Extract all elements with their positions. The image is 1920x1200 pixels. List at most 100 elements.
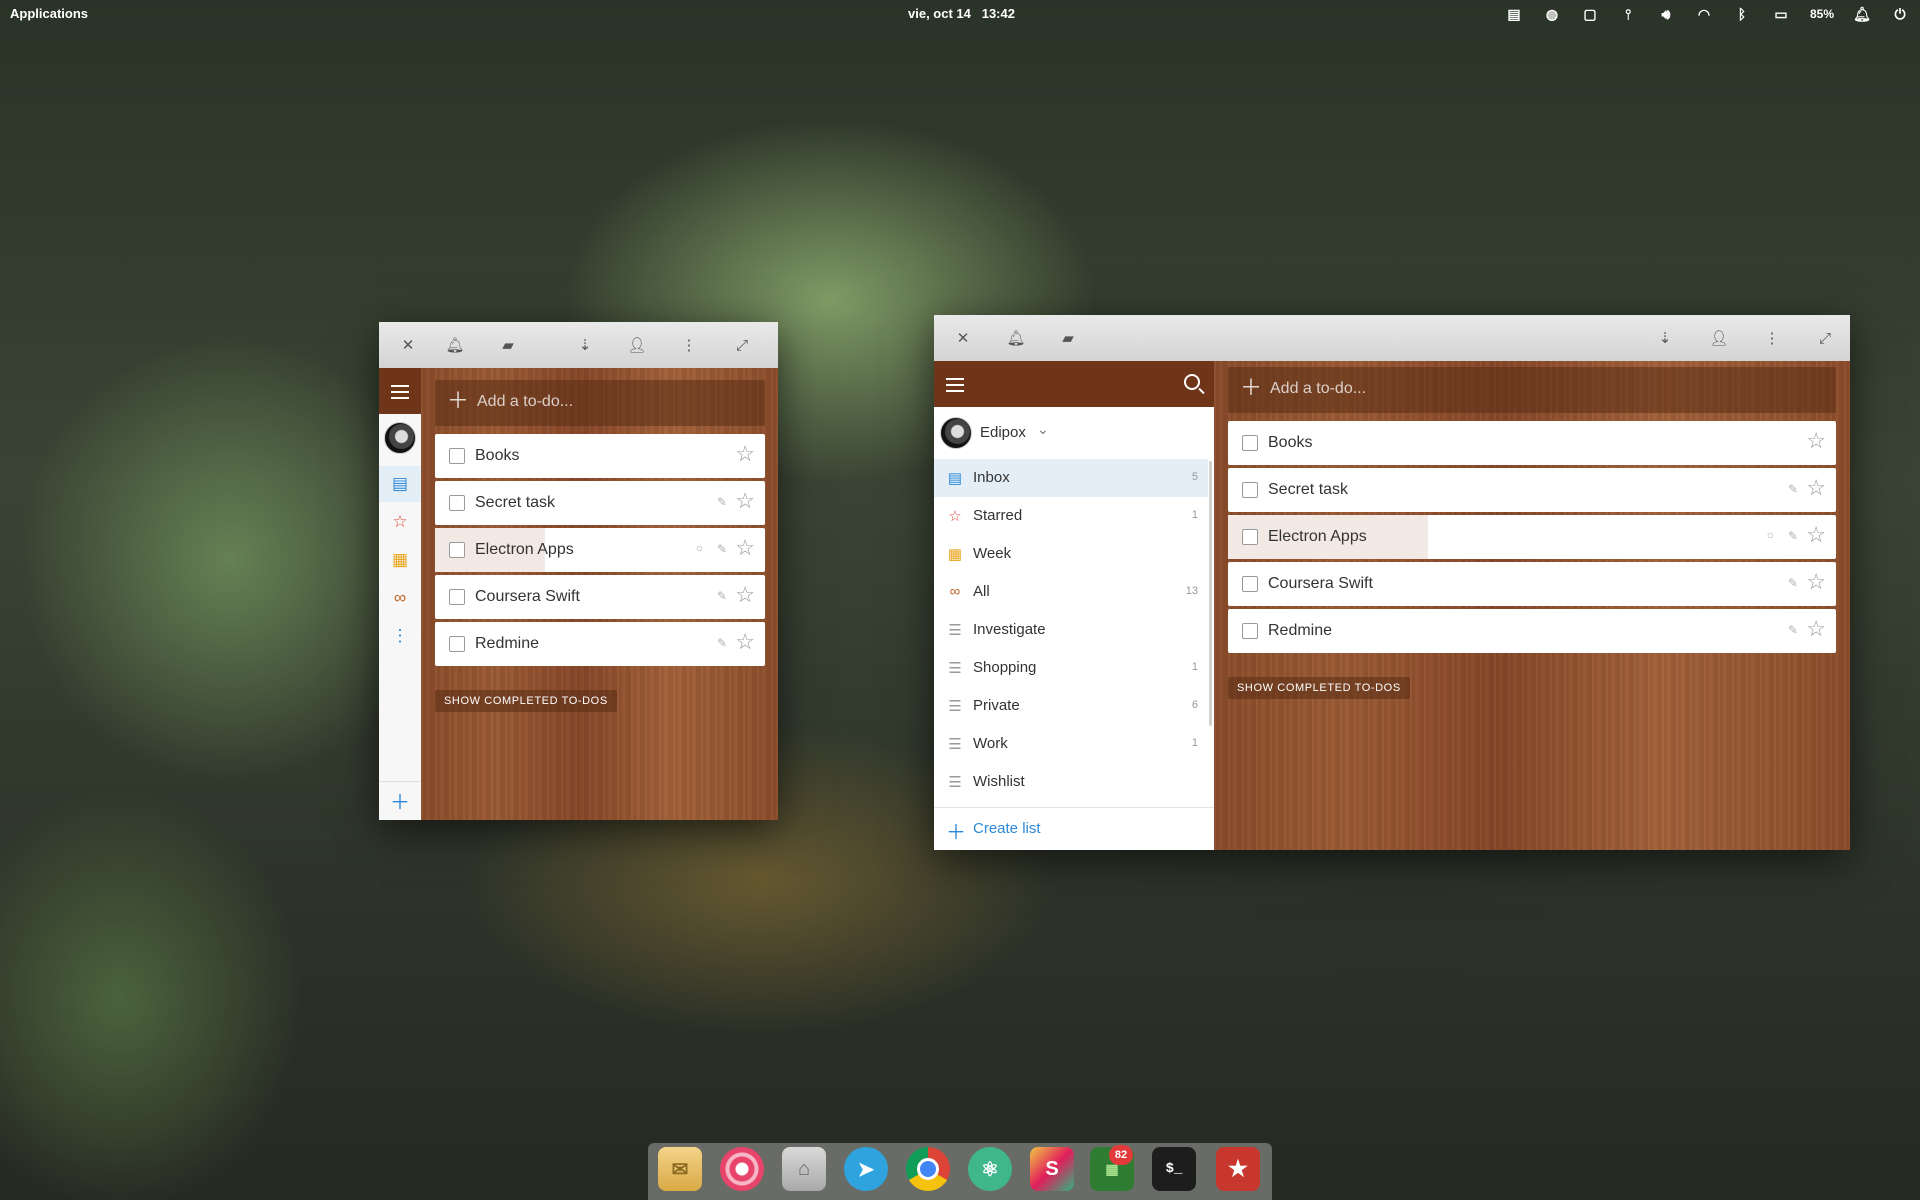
fullscreen-icon[interactable]: ⤢	[1813, 326, 1837, 350]
infinity-icon[interactable]: ∞	[379, 580, 421, 616]
task-checkbox[interactable]	[1242, 435, 1258, 451]
share-icon[interactable]: 👤︎	[625, 333, 649, 357]
calendar-icon[interactable]: ▦	[379, 542, 421, 578]
share-icon[interactable]: 👤︎	[1707, 326, 1731, 350]
fullscreen-icon[interactable]: ⤢	[730, 333, 754, 357]
task-row[interactable]: Redmine ✎ ☆	[1228, 609, 1836, 653]
power-icon[interactable]: ⏻	[1890, 4, 1910, 24]
close-icon[interactable]: ✕	[951, 326, 975, 350]
user-menu[interactable]: Edipox ⌄	[934, 407, 1214, 459]
star-icon[interactable]: ☆	[1806, 571, 1826, 593]
star-icon[interactable]: ☆	[735, 631, 755, 653]
list-icon: ☰	[948, 698, 962, 715]
wifi-icon[interactable]: ◠	[1694, 4, 1714, 24]
task-checkbox[interactable]	[449, 542, 465, 558]
task-row[interactable]: Electron Apps ○ ✎ ☆	[435, 528, 765, 572]
create-list-button[interactable]: ＋ Create list	[934, 807, 1214, 850]
search-icon[interactable]	[1184, 374, 1200, 390]
star-icon[interactable]: ☆	[735, 443, 755, 465]
task-checkbox[interactable]	[449, 448, 465, 464]
task-row[interactable]: Books ☆	[1228, 421, 1836, 465]
show-completed-button[interactable]: SHOW COMPLETED TO-DOS	[1228, 677, 1410, 699]
more-lists-icon[interactable]: ⋮	[379, 618, 421, 654]
star-icon[interactable]: ☆	[735, 584, 755, 606]
star-icon[interactable]: ☆	[1806, 524, 1826, 546]
clipboard-icon[interactable]: ▤	[1504, 4, 1524, 24]
star-icon[interactable]: ☆	[379, 504, 421, 540]
sidebar-scrollbar[interactable]	[1209, 461, 1212, 726]
task-checkbox[interactable]	[1242, 623, 1258, 639]
clock[interactable]: vie, oct 14 13:42	[908, 6, 1015, 21]
inbox-icon[interactable]: ▤	[379, 466, 421, 502]
applications-menu[interactable]: Applications	[10, 6, 88, 21]
sort-icon[interactable]: ⇣	[573, 333, 597, 357]
calendar-icon: ▦	[947, 546, 963, 563]
sort-icon[interactable]: ⇣	[1653, 326, 1677, 350]
task-title: Redmine	[1268, 622, 1333, 639]
slack-app-icon[interactable]: S	[1030, 1147, 1074, 1191]
task-checkbox[interactable]	[449, 636, 465, 652]
sidebar-item-investigate[interactable]: ☰ Investigate	[934, 611, 1208, 649]
sidebar-item-wishlist[interactable]: ☰ Wishlist	[934, 763, 1208, 801]
terminal-app-icon[interactable]: $_	[1152, 1147, 1196, 1191]
task-row[interactable]: Coursera Swift ✎ ☆	[435, 575, 765, 619]
task-title: Redmine	[475, 635, 540, 652]
more-icon[interactable]: ⋮	[677, 333, 701, 357]
screen-icon[interactable]: ▢	[1580, 4, 1600, 24]
bluetooth-icon[interactable]: ᛒ	[1732, 4, 1752, 24]
add-todo-input[interactable]: ＋ Add a to-do...	[435, 380, 765, 426]
avatar[interactable]	[384, 422, 416, 454]
chrome-app-icon[interactable]	[906, 1147, 950, 1191]
sidebar-item-starred[interactable]: ☆ Starred 1	[934, 497, 1208, 535]
conversations-icon[interactable]: ▰	[496, 333, 520, 357]
candy-app-icon[interactable]	[720, 1147, 764, 1191]
task-row[interactable]: Electron Apps ○ ✎ ☆	[1228, 515, 1836, 559]
close-icon[interactable]: ✕	[396, 333, 420, 357]
sidebar: Edipox ⌄ ▤ Inbox 5 ☆ Starred 1 ▦ Week ∞ …	[934, 361, 1214, 850]
files-app-icon[interactable]: ⌂	[782, 1147, 826, 1191]
mail-app-icon[interactable]: ✉	[658, 1147, 702, 1191]
notifications-icon[interactable]: 🔔︎	[443, 333, 467, 357]
add-list-icon[interactable]: ＋	[379, 781, 421, 818]
sidebar-item-shopping[interactable]: ☰ Shopping 1	[934, 649, 1208, 687]
star-icon[interactable]: ☆	[735, 490, 755, 512]
task-checkbox[interactable]	[1242, 482, 1258, 498]
hamburger-icon[interactable]	[391, 381, 409, 403]
star-icon[interactable]: ☆	[1806, 430, 1826, 452]
system-tray: ▤ ◍ ▢ ⫯ 🔊︎ ◠ ᛒ ▭ 85% 🔔︎ ⏻	[1504, 4, 1910, 24]
star-icon[interactable]: ☆	[735, 537, 755, 559]
add-todo-input[interactable]: ＋ Add a to-do...	[1228, 367, 1836, 413]
task-row[interactable]: Secret task ✎ ☆	[435, 481, 765, 525]
task-row[interactable]: Books ☆	[435, 434, 765, 478]
sidebar-item-all[interactable]: ∞ All 13	[934, 573, 1208, 611]
temperature-icon[interactable]: ⫯	[1618, 4, 1638, 24]
sidebar-item-week[interactable]: ▦ Week	[934, 535, 1208, 573]
sidebar-item-work[interactable]: ☰ Work 1	[934, 725, 1208, 763]
more-icon[interactable]: ⋮	[1760, 326, 1784, 350]
notifications-icon[interactable]: 🔔︎	[1004, 326, 1028, 350]
spotify-icon[interactable]: ◍	[1542, 4, 1562, 24]
wunderlist-app-icon[interactable]: ★	[1216, 1147, 1260, 1191]
task-row[interactable]: Coursera Swift ✎ ☆	[1228, 562, 1836, 606]
star-icon[interactable]: ☆	[1806, 618, 1826, 640]
task-checkbox[interactable]	[1242, 576, 1258, 592]
sidebar-header	[934, 361, 1214, 407]
battery-icon[interactable]: ▭	[1770, 4, 1792, 24]
task-row[interactable]: Secret task ✎ ☆	[1228, 468, 1836, 512]
sidebar-item-inbox[interactable]: ▤ Inbox 5	[934, 459, 1208, 497]
atom-app-icon[interactable]: ⚛	[968, 1147, 1012, 1191]
notification-bell-icon[interactable]: 🔔︎	[1852, 4, 1872, 24]
star-icon[interactable]: ☆	[1806, 477, 1826, 499]
task-checkbox[interactable]	[449, 589, 465, 605]
task-checkbox[interactable]	[1242, 529, 1258, 545]
volume-icon[interactable]: 🔊︎	[1656, 4, 1676, 24]
task-checkbox[interactable]	[449, 495, 465, 511]
show-completed-button[interactable]: SHOW COMPLETED TO-DOS	[435, 690, 617, 712]
task-title: Electron Apps	[1268, 528, 1367, 545]
task-row[interactable]: Redmine ✎ ☆	[435, 622, 765, 666]
hamburger-icon[interactable]	[946, 374, 964, 396]
conversations-icon[interactable]: ▰	[1056, 326, 1080, 350]
list-icon: ☰	[948, 622, 962, 639]
sidebar-item-private[interactable]: ☰ Private 6	[934, 687, 1208, 725]
telegram-app-icon[interactable]: ➤	[844, 1147, 888, 1191]
